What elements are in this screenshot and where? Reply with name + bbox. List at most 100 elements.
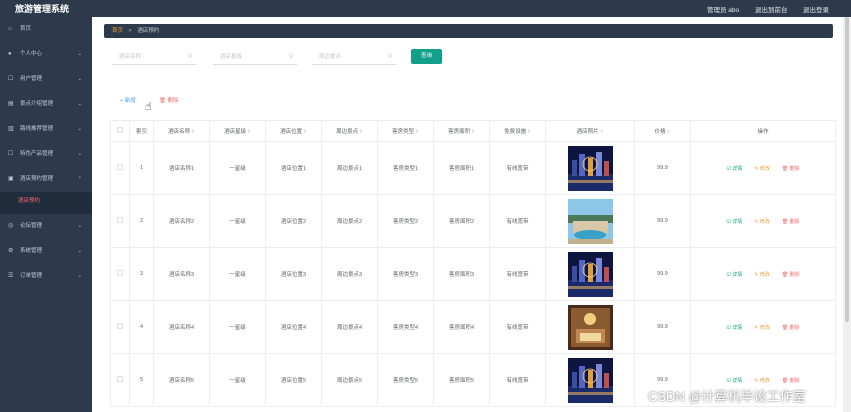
sidebar-item-4[interactable]: ▥ 路线推荐管理 ⌄ [0,117,92,142]
detail-button[interactable]: ☑ 详情 [726,166,742,172]
sort-icon[interactable]: ⇕ [600,129,604,134]
table-row[interactable]: 4 酒店名称4 一星级 酒店位置4 周边景点4 客房类型4 客房面积4 有线宽带 99.9 ☑ 详… [110,300,836,354]
sort-icon[interactable]: ⇕ [191,129,195,134]
detail-button[interactable]: ☑ 详情 [726,272,742,278]
sidebar-item-5[interactable]: ☐ 特色产品管理 ⌄ [0,142,92,167]
column-header-label: 酒店名称 [168,129,191,135]
nearby-search-input[interactable]: 周边景点 ⚲ [312,50,396,65]
sidebar-item-6[interactable]: ▣ 酒店预约管理 ⌃ [0,167,92,192]
column-header[interactable]: 酒店名称⇕ [153,120,210,142]
delete-button[interactable]: 🗑 删除 [782,219,800,225]
sort-icon[interactable]: ⇕ [359,129,363,134]
delete-button[interactable]: 🗑 删除 [782,166,800,172]
column-header[interactable]: 酒店星级⇕ [209,120,266,142]
column-header[interactable]: 酒店照片⇕ [545,120,635,142]
sidebar-item-3[interactable]: ▤ 景点介绍管理 ⌄ [0,92,92,117]
app-title: 旅游管理系统 [15,4,70,14]
search-icon: ⚲ [288,54,293,60]
detail-button[interactable]: ☑ 详情 [726,219,742,225]
edit-button[interactable]: ✎ 修改 [754,325,770,331]
sidebar-item-9[interactable]: ☰ 订单管理 ⌄ [0,264,92,289]
row-checkbox[interactable] [117,376,123,382]
chevron-down-icon: ⌄ [77,51,82,57]
breadcrumb-home[interactable]: 首页 [112,28,123,34]
sidebar-item-label: 个人中心 [20,51,43,57]
column-header-label: 酒店位置 [280,129,303,135]
hotel-photo[interactable] [567,198,613,244]
column-header[interactable]: 客房类型⇕ [377,120,434,142]
sort-icon[interactable]: ⇕ [303,129,307,134]
edit-button[interactable]: ✎ 修改 [754,378,770,384]
trash-icon: 🗑 [781,218,790,225]
delete-label: 删除 [789,165,800,172]
sort-icon[interactable]: ⇕ [527,129,531,134]
column-header[interactable]: 索引 [129,120,154,142]
table-row[interactable]: 3 酒店名称3 一星级 酒店位置3 周边景点3 客房类型3 客房面积3 有线宽带 99.9 ☑ 详… [110,247,836,301]
detail-button[interactable]: ☑ 详情 [726,325,742,331]
row-checkbox[interactable] [117,217,123,223]
sidebar-item-8[interactable]: ⚙ 系统管理 ⌄ [0,239,92,264]
column-header[interactable] [110,120,130,142]
sidebar: ⌂ 首页 ● 个人中心 ⌄ ☐ 用户管理 ⌄ ▤ 景点介绍管理 ⌄ ▥ 路线推荐管理 ⌄ ☐ 特色产品管理 ⌄ ▣… [0,17,92,412]
column-header[interactable]: 价格⇕ [634,120,691,142]
cell-photo [545,194,635,248]
sort-icon[interactable]: ⇕ [471,129,475,134]
detail-label: 详情 [732,324,743,331]
row-checkbox-cell [110,300,130,354]
to-frontend-link[interactable]: 退出到前台 [755,4,788,14]
column-header-label: 价格 [654,129,666,135]
hotel-level-search-input[interactable]: 酒店星级 ⚲ [213,50,297,65]
sidebar-item-2[interactable]: ☐ 用户管理 ⌄ [0,67,92,92]
search-icon: ⚲ [187,54,192,60]
hotel-photo[interactable] [567,357,613,403]
sort-icon[interactable]: ⇕ [247,129,251,134]
delete-button[interactable]: 🗑 删除 [782,325,800,331]
hotel-photo[interactable] [567,251,613,297]
sidebar-item-0[interactable]: ⌂ 首页 [0,17,92,42]
column-header[interactable]: 免费设施⇕ [489,120,546,142]
cell-nearby: 周边景点3 [321,247,378,301]
column-header[interactable]: 客房面积⇕ [433,120,490,142]
delete-button[interactable]: 🗑 删除 [782,378,800,384]
scrollbar-thumb[interactable] [845,17,849,322]
sidebar-item-7[interactable]: ◎ 论坛管理 ⌄ [0,214,92,239]
hotel-photo[interactable] [567,145,613,191]
cell-level: 一星级 [209,353,266,407]
edit-label: 修改 [759,271,770,278]
delete-button[interactable]: 🗑 删除 [159,96,179,104]
column-header[interactable]: 周边景点⇕ [321,120,378,142]
hotel-photo[interactable] [567,304,613,350]
add-button[interactable]: + 新增 [120,96,136,104]
detail-button[interactable]: ☑ 详情 [726,378,742,384]
hotel-name-search-input[interactable]: 酒店名称 ⚲ [112,50,196,65]
edit-button[interactable]: ✎ 修改 [754,219,770,225]
sidebar-item-label: 首页 [20,26,32,32]
table-header-row: 索引 酒店名称⇕ 酒店星级⇕ 酒店位置⇕ 周边景点⇕ 客房类型⇕ 客房面积⇕ 免费设施⇕ 酒店照… [110,120,836,142]
row-checkbox[interactable] [117,164,123,170]
row-checkbox[interactable] [117,323,123,329]
edit-button[interactable]: ✎ 修改 [754,272,770,278]
cell-level: 一星级 [209,141,266,195]
sort-icon[interactable]: ⇕ [415,129,419,134]
select-all-checkbox[interactable] [117,127,123,133]
row-checkbox[interactable] [117,270,123,276]
route-icon: ▥ [8,126,14,132]
search-icon: ⚲ [387,54,392,60]
edit-button[interactable]: ✎ 修改 [754,166,770,172]
breadcrumb-current: 酒店预约 [137,28,160,34]
product-icon: ☐ [8,151,14,157]
column-header-label: 索引 [135,129,147,135]
table-row[interactable]: 2 酒店名称2 一星级 酒店位置2 周边景点2 客房类型2 客房面积2 有线宽带 99.9 ☑ 详… [110,194,836,248]
logout-link[interactable]: 退出登录 [803,4,829,14]
column-header[interactable]: 操作 [690,120,836,142]
column-header-label: 酒店照片 [576,129,599,135]
sort-icon[interactable]: ⇕ [667,129,671,134]
query-button[interactable]: 查询 [411,49,442,64]
delete-button[interactable]: 🗑 删除 [782,272,800,278]
column-header[interactable]: 酒店位置⇕ [265,120,322,142]
table-row[interactable]: 1 酒店名称1 一星级 酒店位置1 周边景点1 客房类型1 客房面积1 有线宽带 99.9 ☑ 详… [110,141,836,195]
sidebar-item-1[interactable]: ● 个人中心 ⌄ [0,42,92,67]
cell-index: 5 [129,353,154,407]
cell-location: 酒店位置3 [265,247,322,301]
sidebar-subitem-hotel-booking[interactable]: 酒店预约 [0,192,92,214]
